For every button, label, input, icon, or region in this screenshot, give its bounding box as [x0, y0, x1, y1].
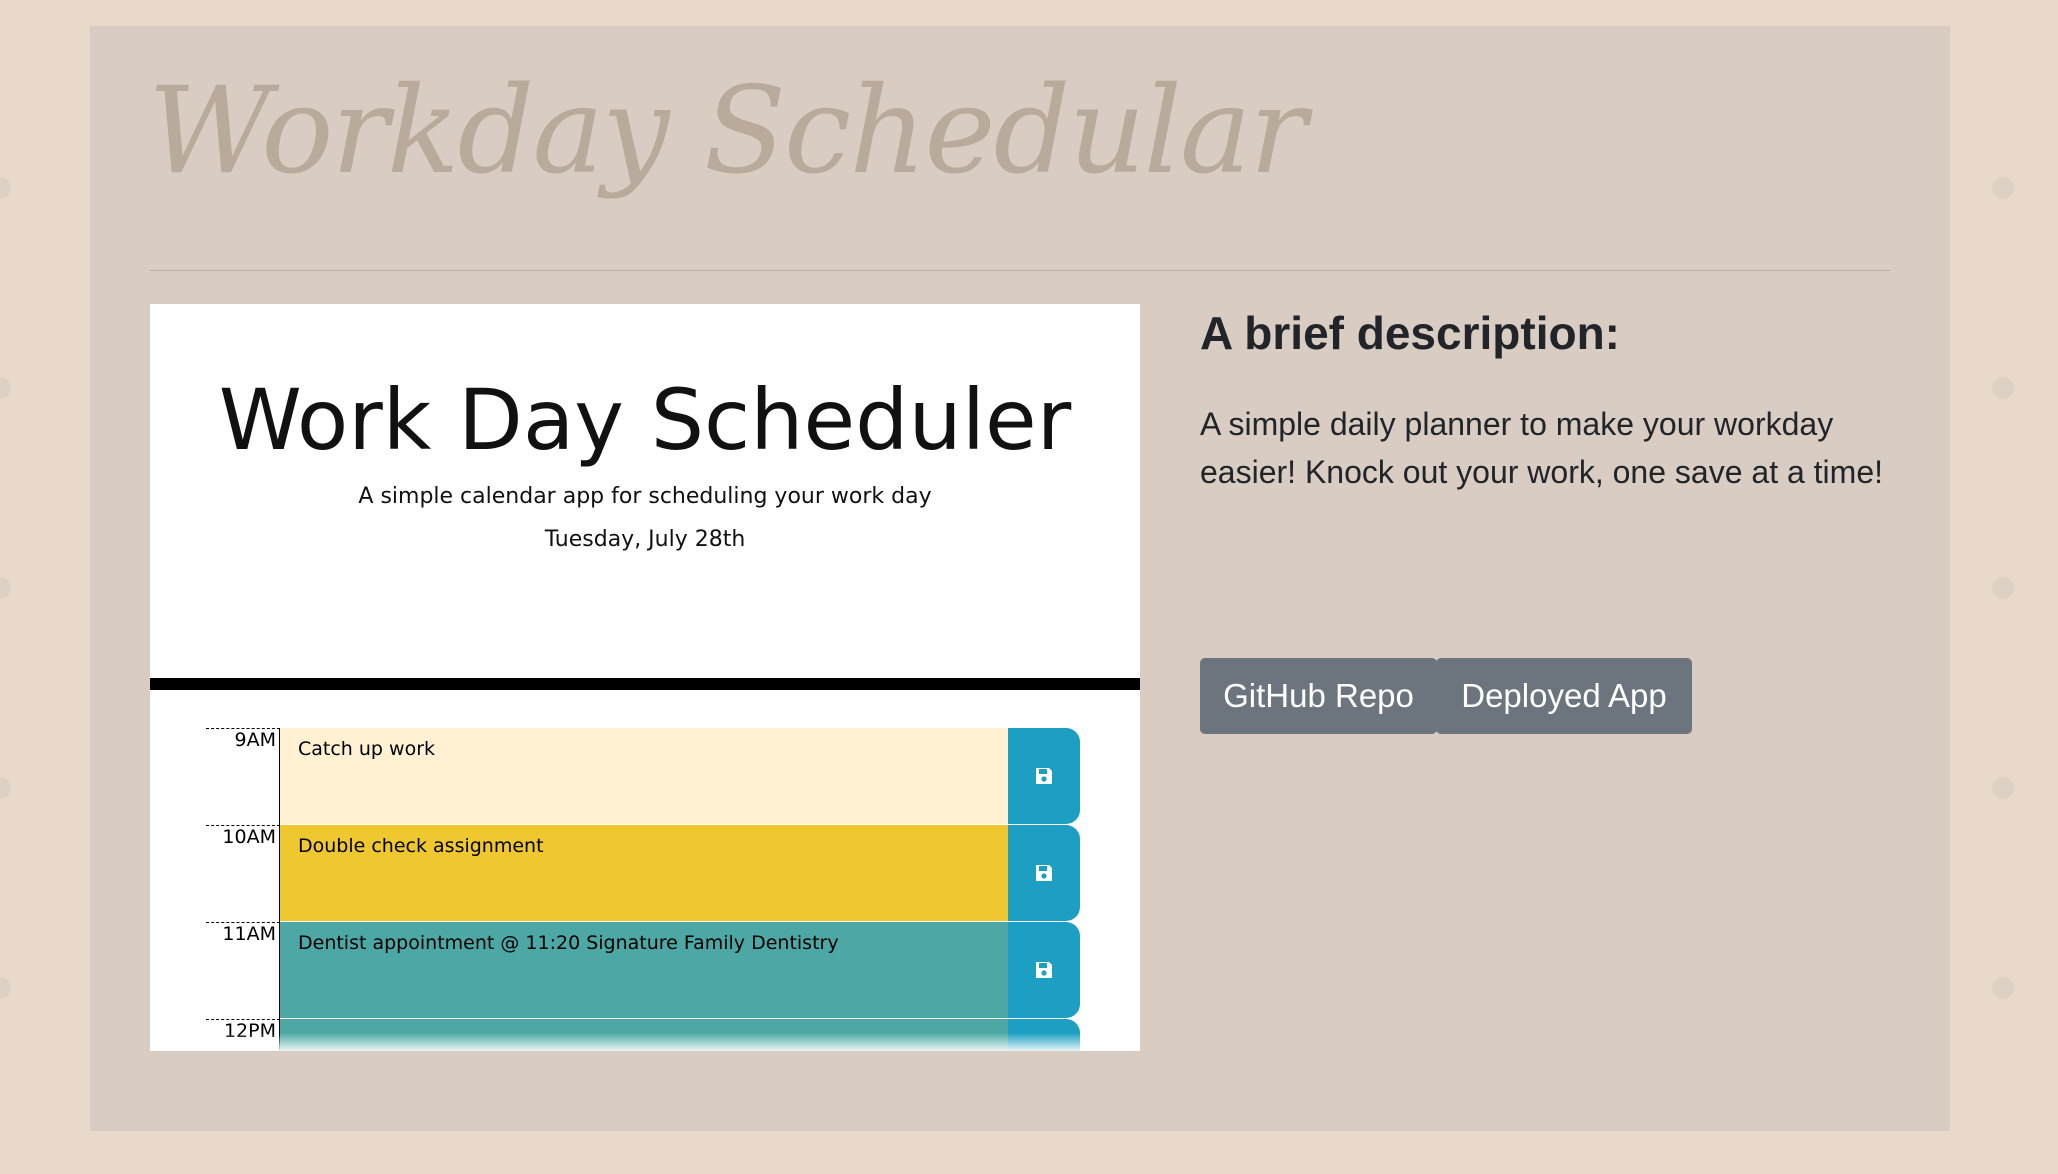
decor-dot — [0, 177, 11, 199]
save-icon — [1036, 962, 1052, 978]
deployed-app-button[interactable]: Deployed App — [1436, 658, 1692, 734]
time-block-row: 11AM Dentist appointment @ 11:20 Signatu… — [206, 922, 1080, 1019]
save-button[interactable] — [1008, 825, 1080, 921]
github-repo-button[interactable]: GitHub Repo — [1200, 658, 1437, 734]
decor-dot — [1992, 777, 2014, 799]
decor-dot — [1992, 177, 2014, 199]
save-button[interactable] — [1008, 728, 1080, 824]
task-textarea[interactable]: Double check assignment — [280, 825, 1008, 922]
hour-label: 11AM — [206, 922, 280, 1019]
preview-subtitle: A simple calendar app for scheduling you… — [358, 484, 932, 509]
decor-dot — [0, 977, 11, 999]
save-button[interactable] — [1008, 922, 1080, 1018]
decor-dot — [0, 777, 11, 799]
time-block-list: 9AM Catch up work 10AM Double check assi… — [206, 728, 1080, 1051]
preview-app-title: Work Day Scheduler — [218, 371, 1072, 469]
decor-dot — [1992, 977, 2014, 999]
description-text: A simple daily planner to make your work… — [1200, 406, 1883, 490]
time-block-row: 9AM Catch up work — [206, 728, 1080, 825]
description-heading: A brief description: — [1200, 307, 1620, 359]
save-icon — [1036, 768, 1052, 784]
hour-label: 9AM — [206, 728, 280, 825]
time-block-row: 10AM Double check assignment — [206, 825, 1080, 922]
app-preview-screenshot: Work Day Scheduler A simple calendar app… — [150, 304, 1140, 1051]
save-icon — [1036, 865, 1052, 881]
divider — [150, 270, 1890, 271]
hour-label: 10AM — [206, 825, 280, 922]
page-title: Workday Schedular — [148, 62, 1307, 201]
decor-dot — [1992, 377, 2014, 399]
project-card: Workday Schedular Work Day Scheduler A s… — [90, 26, 1950, 1131]
decor-dot — [0, 377, 11, 399]
preview-header-bar — [150, 678, 1140, 690]
preview-fade — [150, 1033, 1140, 1051]
decor-dot — [1992, 577, 2014, 599]
task-textarea[interactable]: Catch up work — [280, 728, 1008, 825]
preview-date: Tuesday, July 28th — [544, 527, 746, 552]
decor-dot — [0, 577, 11, 599]
task-textarea[interactable]: Dentist appointment @ 11:20 Signature Fa… — [280, 922, 1008, 1019]
